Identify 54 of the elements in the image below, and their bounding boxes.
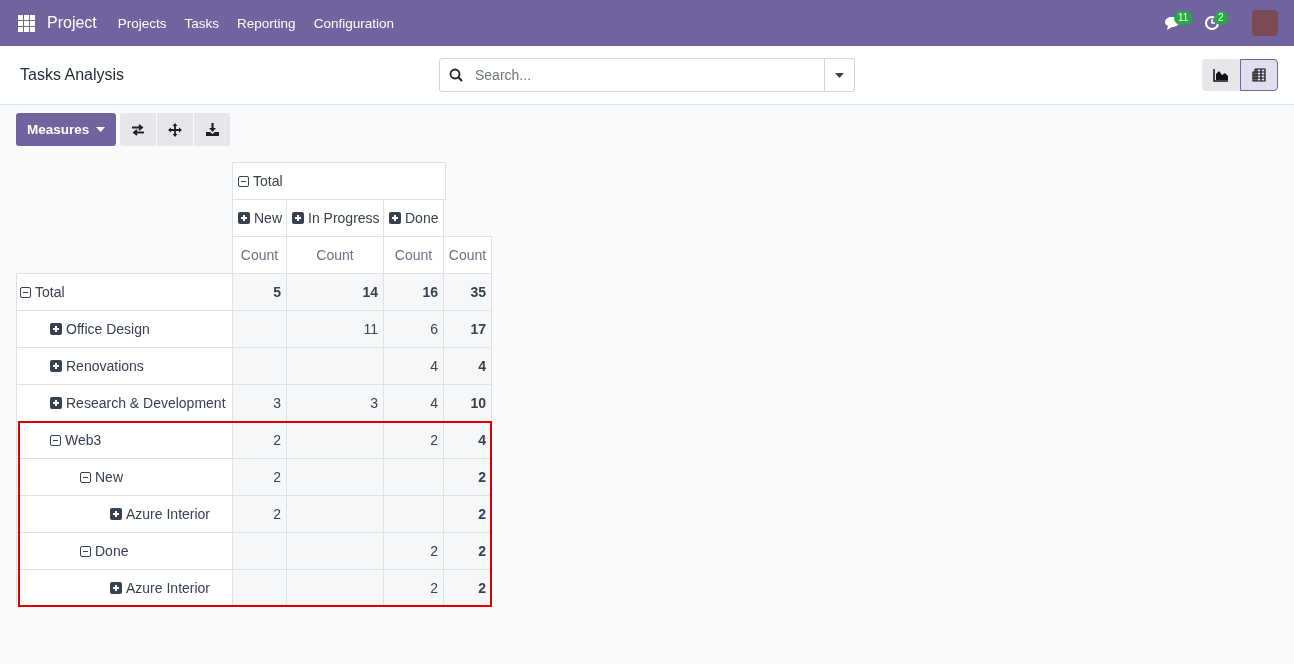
area-chart-icon [1213, 68, 1229, 82]
expand-icon[interactable] [110, 508, 122, 520]
measure-header: Count [383, 236, 444, 274]
download-icon [205, 123, 219, 136]
activities-badge: 2 [1214, 11, 1228, 25]
search-field[interactable]: Search... [439, 58, 825, 92]
row-header[interactable]: Research & Development [16, 384, 233, 422]
row-header[interactable]: Web3 [16, 421, 233, 459]
menu-item[interactable]: Configuration [304, 15, 403, 31]
collapse-icon[interactable] [50, 434, 61, 446]
row-header[interactable]: Total [16, 273, 233, 311]
expand-icon[interactable] [389, 212, 401, 224]
expand-icon[interactable] [292, 212, 304, 224]
measure-header: Count [286, 236, 384, 274]
menu-item[interactable]: Projects [108, 15, 176, 31]
table-icon [1252, 68, 1266, 82]
app-name[interactable]: Project [47, 14, 97, 32]
caret-icon [835, 72, 844, 78]
download-button[interactable] [194, 113, 231, 146]
row-header[interactable]: Azure Interior [16, 495, 233, 533]
expand-icon[interactable] [238, 212, 250, 224]
clock-icon[interactable] [1204, 15, 1220, 31]
swap-arrows-icon [131, 123, 146, 136]
page-title: Tasks Analysis [20, 66, 126, 84]
expand-icon[interactable] [50, 360, 62, 372]
collapse-icon[interactable] [20, 286, 31, 298]
menu-item[interactable]: Tasks [175, 15, 229, 31]
measure-header: Count [443, 236, 492, 274]
row-header[interactable]: Done [16, 532, 233, 570]
row-header[interactable]: Azure Interior [16, 569, 233, 607]
view-switch-button[interactable] [1240, 59, 1278, 91]
search-options-toggle[interactable] [825, 58, 855, 92]
column-header[interactable]: In Progress [286, 199, 384, 237]
collapse-icon[interactable] [238, 175, 249, 187]
row-header[interactable]: Renovations [16, 347, 233, 385]
collapse-icon[interactable] [80, 471, 91, 483]
messages-badge: 11 [1174, 11, 1193, 25]
measures-button[interactable]: Measures [16, 113, 117, 146]
flip-axis-button[interactable] [120, 113, 158, 146]
measure-header: Count [232, 236, 287, 274]
column-header[interactable]: New [232, 199, 287, 237]
column-group-header[interactable]: Total [232, 162, 446, 200]
row-header[interactable]: Office Design [16, 310, 233, 348]
expand-all-button[interactable] [157, 113, 195, 146]
menu-item[interactable]: Reporting [228, 15, 305, 31]
caret-icon [96, 127, 106, 132]
collapse-icon[interactable] [80, 545, 91, 557]
expand-icon[interactable] [110, 582, 122, 594]
apps-menu-icon[interactable] [18, 14, 35, 32]
row-header[interactable]: New [16, 458, 233, 496]
column-header[interactable]: Done [383, 199, 444, 237]
expand-icon[interactable] [50, 397, 62, 409]
expand-icon[interactable] [50, 323, 62, 335]
move-arrows-icon [168, 122, 183, 137]
